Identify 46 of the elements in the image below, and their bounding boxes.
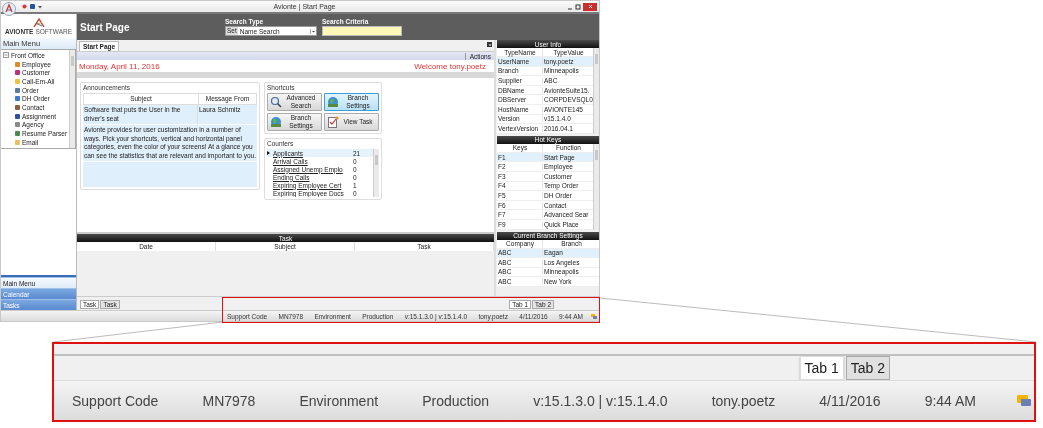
row-pointer-icon (267, 151, 270, 155)
scrollbar[interactable] (69, 50, 75, 148)
tile-icon (15, 70, 20, 76)
status-text: 4/11/2016 (819, 392, 881, 409)
tile-icon (15, 104, 20, 110)
tile-icon (15, 139, 20, 145)
record-icon (22, 4, 27, 9)
scrollbar[interactable] (373, 149, 379, 197)
minus-icon (4, 53, 8, 58)
tile-icon (15, 113, 20, 119)
scrollbar[interactable] (593, 48, 599, 134)
logo-mark-icon (31, 17, 46, 27)
search-criteria-field[interactable] (322, 26, 402, 36)
status-text: Support Code (72, 392, 159, 409)
status-text: v:15.1.3.0 | v:15.1.4.0 (533, 392, 668, 409)
tab-menu-button[interactable] (487, 42, 492, 47)
tile-icon (15, 78, 20, 84)
status-text: 9:44 AM (924, 392, 976, 409)
caret-icon (487, 42, 492, 47)
status-text: MN7978 (202, 392, 256, 409)
page-title: Start Page (80, 21, 131, 33)
bottom-tab[interactable]: Tab 1 (799, 356, 844, 380)
search-icon (270, 96, 282, 108)
chat-icon (591, 313, 597, 319)
tile-icon (15, 87, 20, 93)
caret-icon (310, 28, 316, 34)
scrollbar[interactable] (593, 143, 599, 230)
chat-icon (1016, 393, 1032, 408)
tile-icon (15, 96, 20, 102)
globe-icon (327, 96, 339, 108)
tile-icon (15, 122, 20, 128)
close-button[interactable] (583, 2, 597, 11)
status-text: Environment (299, 392, 379, 409)
status-text: Production (422, 392, 490, 409)
status-text: tony.poetz (711, 392, 776, 409)
tile-icon (15, 131, 20, 137)
tile-icon (15, 61, 20, 67)
clipboard-icon (327, 116, 339, 128)
date-text: Monday, April 11, 2016 (79, 61, 160, 71)
expander-icon[interactable] (3, 52, 9, 59)
close-icon (587, 4, 593, 9)
splitter-handle[interactable] (1, 275, 76, 277)
bottom-tab[interactable]: Tab 2 (845, 356, 890, 380)
globe-icon (270, 116, 282, 128)
welcome-text: Welcome tony.poetz (414, 61, 486, 71)
maximize-icon (575, 3, 581, 10)
